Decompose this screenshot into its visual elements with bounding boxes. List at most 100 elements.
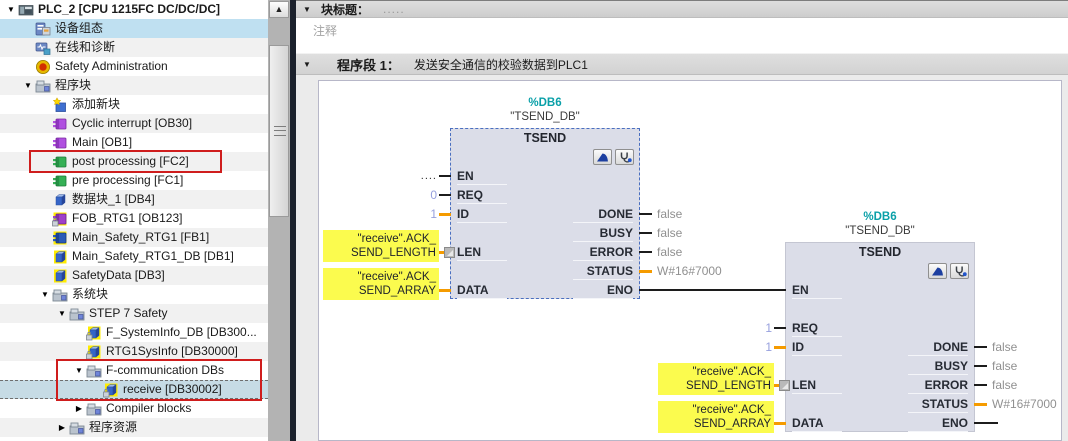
tree-row[interactable]: 设备组态 <box>0 19 268 38</box>
tree-item-label: 程序资源 <box>89 420 138 434</box>
operand-field[interactable]: "receive".ACK_ SEND_ARRAY <box>658 401 774 433</box>
collapse-arrow-icon[interactable]: ▼ <box>303 5 315 14</box>
conversion-chip-icon[interactable] <box>444 247 455 258</box>
tree-row[interactable]: ▼ PLC_2 [CPU 1215FC DC/DC/DC] <box>0 0 268 19</box>
tree-row[interactable]: 数据块_1 [DB4] <box>0 190 268 209</box>
output-value[interactable]: false <box>992 357 1017 376</box>
empty-operand[interactable]: .... <box>421 167 437 186</box>
tree-row[interactable]: Main_Safety_RTG1 [FB1] <box>0 228 268 247</box>
tree-row[interactable]: ▼ STEP 7 Safety <box>0 304 268 323</box>
output-value[interactable]: false <box>657 205 682 224</box>
pin-label: DONE <box>573 205 633 223</box>
pin-label: REQ <box>792 319 842 337</box>
tree-row[interactable]: ▼ 程序块 <box>0 76 268 95</box>
tree-row[interactable]: FOB_RTG1 [OB123] <box>0 209 268 228</box>
block-title-placeholder[interactable]: ..... <box>383 2 405 16</box>
tree-item-label: Safety Administration <box>55 59 168 73</box>
network-canvas[interactable]: %DB6 "TSEND_DB" TSEND EN.... REQ 0 ID 1 LEN "rece… <box>318 80 1062 441</box>
output-value[interactable]: W#16#7000 <box>657 262 722 281</box>
expand-arrow-icon[interactable]: ▼ <box>38 285 52 304</box>
tree-row[interactable]: receive [DB30002] <box>0 380 268 399</box>
tree-row[interactable]: ▶ Compiler blocks <box>0 399 268 418</box>
conversion-chip-icon[interactable] <box>779 380 790 391</box>
operand-field[interactable]: "receive".ACK_ SEND_ARRAY <box>323 268 439 300</box>
open-block-button[interactable] <box>928 263 947 279</box>
pin-row-busy: BUSY false <box>786 357 1017 376</box>
tree-row[interactable]: Main_Safety_RTG1_DB [DB1] <box>0 247 268 266</box>
tree-row[interactable]: 添加新块 <box>0 95 268 114</box>
output-value[interactable]: false <box>657 224 682 243</box>
comment-placeholder[interactable]: 注释 <box>296 18 1068 39</box>
operand-field[interactable]: "receive".ACK_ SEND_LENGTH <box>658 363 774 395</box>
diagnostics-button[interactable] <box>615 149 634 165</box>
pin-row-eno: ENO <box>451 281 786 300</box>
pin-row-status: STATUS W#16#7000 <box>451 262 722 281</box>
tree-row[interactable]: F_SystemInfo_DB [DB300... <box>0 323 268 342</box>
wire <box>974 346 987 348</box>
tree-row[interactable]: pre processing [FC1] <box>0 171 268 190</box>
pin-row-error: ERROR false <box>786 376 1017 395</box>
pin-row-eno: ENO <box>786 414 998 433</box>
output-value[interactable]: false <box>992 338 1017 357</box>
expand-arrow-icon[interactable]: ▶ <box>72 399 86 418</box>
tree-item-label: 在线和诊断 <box>55 40 116 54</box>
collapse-arrow-icon[interactable]: ▼ <box>303 60 315 69</box>
network-comment[interactable]: 发送安全通信的校验数据到PLC1 <box>414 56 588 73</box>
constant-value[interactable]: 1 <box>430 205 437 224</box>
network-header[interactable]: ▼ 程序段 1： 发送安全通信的校验数据到PLC1 <box>296 53 1068 75</box>
tsend-block[interactable]: TSEND EN REQ 1 ID 1 LEN "receive".ACK_ SEND_LENG… <box>658 242 1057 433</box>
constant-value[interactable]: 1 <box>765 319 772 338</box>
instance-db-name[interactable]: "TSEND_DB" <box>785 224 975 238</box>
expand-arrow-icon[interactable]: ▶ <box>55 418 69 437</box>
db-f-lock-icon <box>103 382 120 398</box>
safety-admin-icon <box>35 59 52 75</box>
tree-scrollbar[interactable]: ▲ <box>268 0 290 441</box>
db-f-lock-icon <box>86 344 103 360</box>
tree-item-label: Cyclic interrupt [OB30] <box>72 116 193 130</box>
tree-row[interactable]: ▼ F-communication DBs <box>0 361 268 380</box>
tree-row[interactable]: RTG1SysInfo [DB30000] <box>0 342 268 361</box>
tree-row[interactable]: Safety Administration <box>0 57 268 76</box>
expand-arrow-icon[interactable]: ▼ <box>55 304 69 323</box>
tsend-block[interactable]: TSEND EN.... REQ 0 ID 1 LEN "receive".ACK_ SEND_… <box>323 128 786 300</box>
block-title-bar[interactable]: ▼ 块标题： ..... <box>296 0 1068 18</box>
expand-arrow-icon[interactable]: ▼ <box>21 76 35 95</box>
constant-value[interactable]: 0 <box>430 186 437 205</box>
wire <box>974 365 987 367</box>
tree-item-label: pre processing [FC1] <box>72 173 184 187</box>
pin-label: DONE <box>908 338 968 356</box>
tree-row[interactable]: ▶ 程序资源 <box>0 418 268 437</box>
tree-row[interactable]: post processing [FC2] <box>0 152 268 171</box>
instance-db-number[interactable]: %DB6 <box>785 210 975 224</box>
constant-value[interactable]: 1 <box>765 338 772 357</box>
tree-row[interactable]: SafetyData [DB3] <box>0 266 268 285</box>
pin-row-done: DONE false <box>451 205 682 224</box>
pin-row-busy: BUSY false <box>451 224 682 243</box>
scroll-up-button[interactable]: ▲ <box>269 1 289 18</box>
tree-row[interactable]: ▼ 系统块 <box>0 285 268 304</box>
wire <box>439 175 451 177</box>
ob-f-icon <box>52 211 69 227</box>
tree-row[interactable]: Main [OB1] <box>0 133 268 152</box>
pin-label: EN <box>457 167 507 185</box>
block-comment-row[interactable]: 注释 <box>296 18 1068 53</box>
pin-row-req: REQ 0 <box>430 186 639 205</box>
ob-icon <box>52 116 69 132</box>
output-value[interactable]: false <box>992 376 1017 395</box>
pin-label: BUSY <box>908 357 968 375</box>
open-block-button[interactable] <box>593 149 612 165</box>
diagnostics-button[interactable] <box>950 263 969 279</box>
output-value[interactable]: false <box>657 243 682 262</box>
tree-row[interactable]: Cyclic interrupt [OB30] <box>0 114 268 133</box>
operand-field[interactable]: "receive".ACK_ SEND_LENGTH <box>323 230 439 262</box>
tree-row[interactable] <box>0 437 268 441</box>
expand-arrow-icon[interactable]: ▼ <box>72 361 86 380</box>
tree-row[interactable]: 在线和诊断 <box>0 38 268 57</box>
wire <box>774 422 786 425</box>
scrollbar-thumb[interactable] <box>269 45 289 217</box>
project-tree: ▼ PLC_2 [CPU 1215FC DC/DC/DC] 设备组态在线和诊断 Saf… <box>0 0 268 441</box>
output-value[interactable]: W#16#7000 <box>992 395 1057 414</box>
instance-db-name[interactable]: "TSEND_DB" <box>450 110 640 124</box>
instance-db-number[interactable]: %DB6 <box>450 96 640 110</box>
expand-arrow-icon[interactable]: ▼ <box>4 0 18 19</box>
